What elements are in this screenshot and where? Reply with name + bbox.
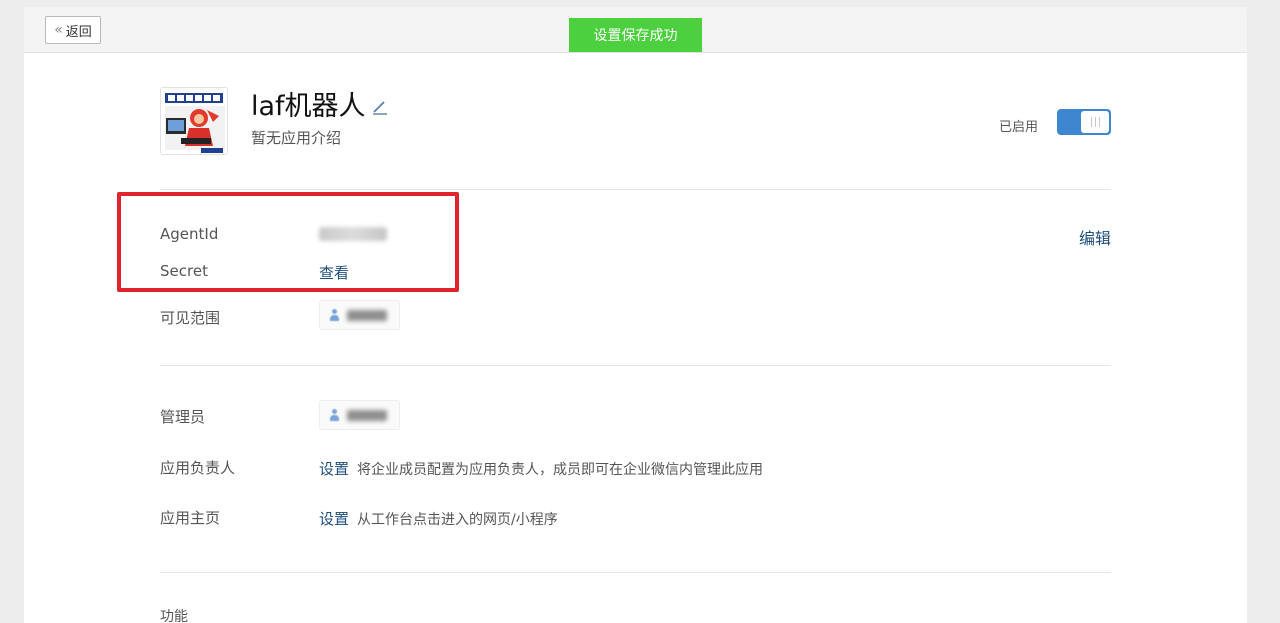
back-button-label: 返回 (65, 24, 92, 40)
owner-row: 设置 将企业成员配置为应用负责人，成员即可在企业微信内管理此应用 (319, 458, 763, 479)
homepage-hint: 从工作台点击进入的网页/小程序 (357, 512, 558, 528)
edit-credentials-link[interactable]: 编辑 (1079, 225, 1111, 249)
secret-label: Secret (160, 262, 208, 280)
divider (160, 365, 1111, 366)
agentid-label: AgentId (160, 225, 219, 243)
homepage-set-link[interactable]: 设置 (319, 510, 349, 528)
owner-set-link[interactable]: 设置 (319, 460, 349, 478)
member-name-blurred (347, 309, 387, 321)
owner-hint: 将企业成员配置为应用负责人，成员即可在企业微信内管理此应用 (357, 462, 764, 478)
features-section-title: 功能 (160, 609, 188, 623)
status-label: 已启用 (999, 120, 1039, 135)
admin-member-chip[interactable] (319, 400, 400, 430)
enable-toggle[interactable] (1057, 109, 1111, 135)
visibility-label: 可见范围 (160, 309, 221, 327)
user-icon (329, 408, 340, 422)
toggle-knob (1081, 111, 1109, 133)
admins-label: 管理员 (160, 408, 206, 426)
divider (160, 189, 1111, 190)
homepage-row: 设置 从工作台点击进入的网页/小程序 (319, 508, 558, 529)
app-description: 暂无应用介绍 (251, 129, 342, 147)
save-success-toast: 设置保存成功 (569, 18, 702, 52)
divider (160, 572, 1111, 573)
homepage-label: 应用主页 (160, 509, 221, 527)
user-icon (329, 308, 340, 322)
agentid-value-blurred (319, 227, 387, 241)
view-secret-link[interactable]: 查看 (319, 262, 349, 283)
double-chevron-left-icon: « (54, 22, 63, 38)
owner-label: 应用负责人 (160, 459, 236, 477)
app-name: laf机器人 (251, 91, 366, 122)
back-button[interactable]: « 返回 (45, 16, 101, 44)
pencil-icon[interactable] (370, 97, 390, 117)
member-name-blurred (347, 409, 387, 421)
app-avatar (160, 87, 228, 155)
visibility-member-chip[interactable] (319, 300, 400, 330)
